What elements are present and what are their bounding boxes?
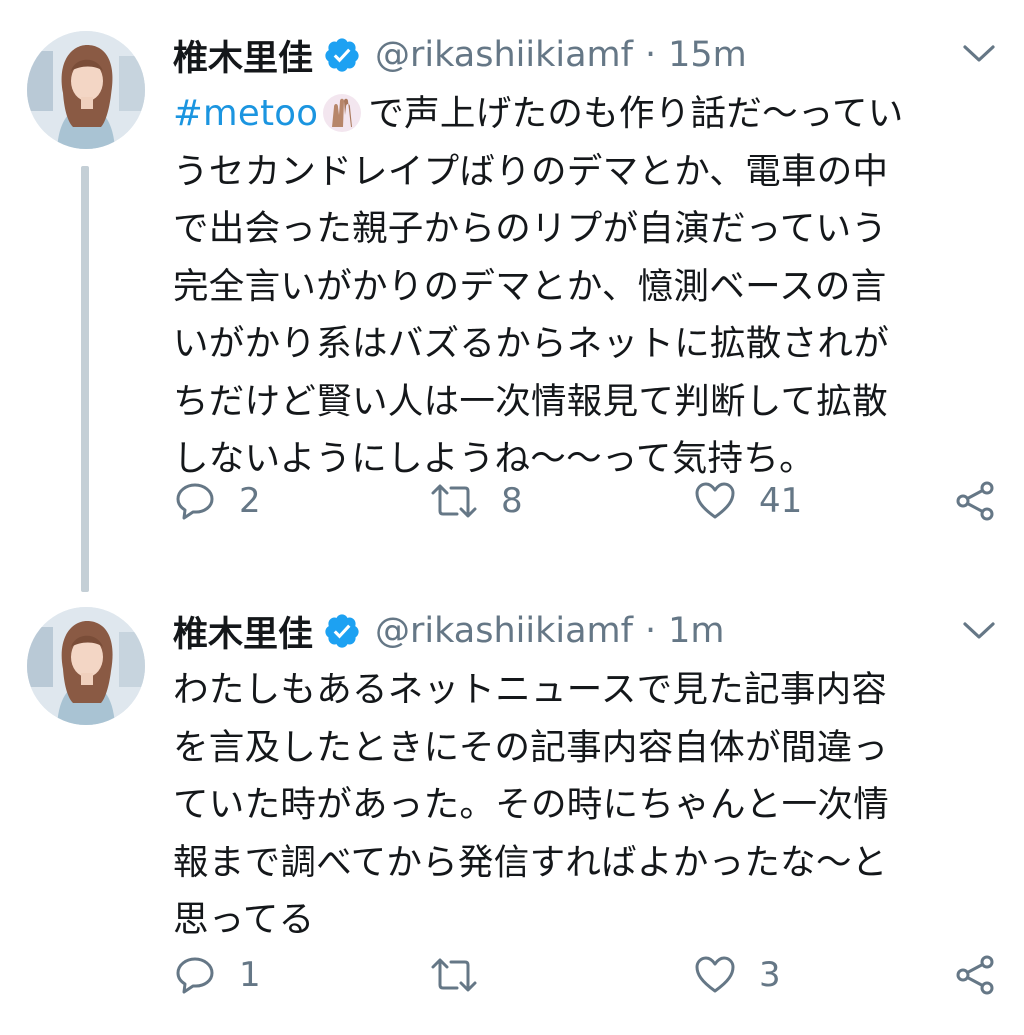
reply-icon	[176, 957, 214, 994]
display-name[interactable]: 椎木里佳	[173, 606, 313, 657]
retweet-icon	[431, 958, 477, 992]
share-button[interactable]	[953, 471, 997, 531]
timestamp[interactable]: 15m	[668, 35, 747, 75]
hashtag-link[interactable]: #metoo	[173, 93, 318, 134]
avatar[interactable]	[27, 607, 145, 725]
tweet-text: #metoo で声上げたのも作り話だ〜ってい うセカンドレイプばりのデマとか、電…	[173, 85, 983, 488]
chevron-down-icon[interactable]	[962, 43, 996, 65]
action-bar: 2 8 41	[173, 471, 1003, 531]
avatar-photo	[27, 31, 145, 149]
retweet-button[interactable]	[429, 945, 501, 1005]
reply-count: 1	[239, 955, 261, 995]
like-button[interactable]: 41	[693, 471, 802, 531]
chevron-down-icon[interactable]	[962, 620, 996, 642]
separator-dot: ·	[644, 611, 657, 651]
reply-button[interactable]: 1	[173, 945, 261, 1005]
text-line: ちだけど賢い人は一次情報見て判断して拡散	[173, 380, 888, 422]
share-button[interactable]	[953, 945, 997, 1005]
text-line: #metoo で声上げたのも作り話だ〜ってい	[173, 85, 983, 143]
tweet[interactable]: 椎木里佳 @rikashiikiamf · 1m わたしもあるネットニュースで見…	[0, 600, 1024, 1035]
tweet-header: 椎木里佳 @rikashiikiamf · 15m	[173, 30, 747, 80]
text-line: 完全言いがかりのデマとか、憶測ベースの言	[173, 265, 887, 307]
handle[interactable]: @rikashiikiamf	[375, 35, 633, 75]
like-button[interactable]: 3	[693, 945, 781, 1005]
share-icon	[956, 955, 994, 995]
thread-connector	[81, 166, 89, 592]
text-line: 思ってる	[173, 899, 315, 940]
timestamp[interactable]: 1m	[668, 611, 724, 651]
action-bar: 1 3	[173, 945, 1003, 1005]
avatar-photo	[27, 607, 145, 725]
verified-badge-icon	[325, 614, 359, 648]
like-count: 3	[759, 955, 781, 995]
text-line-content: で声上げたのも作り話だ〜ってい	[368, 93, 904, 134]
verified-badge-icon	[325, 38, 359, 72]
tweet[interactable]: 椎木里佳 @rikashiikiamf · 15m #metoo で声上げたのも…	[0, 0, 1024, 600]
raised-hands-icon	[323, 94, 362, 132]
tweet-text: わたしもあるネットニュースで見た記事内容 を言及したときにその記事内容自体が間違…	[173, 661, 983, 949]
display-name[interactable]: 椎木里佳	[173, 30, 313, 81]
text-line: ていた時があった。その時にちゃんと一次情	[173, 784, 890, 825]
separator-dot: ·	[644, 35, 657, 75]
retweet-icon	[431, 484, 477, 518]
text-line: を言及したときにその記事内容自体が間違っ	[173, 726, 889, 768]
heart-icon	[695, 956, 735, 993]
text-line: いがかり系はバズるからネットに拡散されが	[173, 323, 890, 364]
reply-count: 2	[239, 481, 261, 521]
tweet-header: 椎木里佳 @rikashiikiamf · 1m	[173, 606, 724, 656]
reply-icon	[176, 483, 214, 520]
heart-icon	[695, 482, 735, 519]
text-line: で出会った親子からのリプが自演だっていう	[173, 208, 888, 249]
text-line: わたしもあるネットニュースで見た記事内容	[173, 669, 888, 710]
text-line: 報まで調べてから発信すればよかったな〜と	[173, 841, 888, 883]
avatar[interactable]	[27, 31, 145, 149]
retweet-button[interactable]: 8	[429, 471, 523, 531]
handle[interactable]: @rikashiikiamf	[375, 611, 633, 651]
reply-button[interactable]: 2	[173, 471, 261, 531]
share-icon	[956, 481, 994, 521]
text-line: うセカンドレイプばりのデマとか、電車の中	[173, 150, 889, 192]
retweet-count: 8	[501, 481, 523, 521]
like-count: 41	[759, 481, 803, 521]
